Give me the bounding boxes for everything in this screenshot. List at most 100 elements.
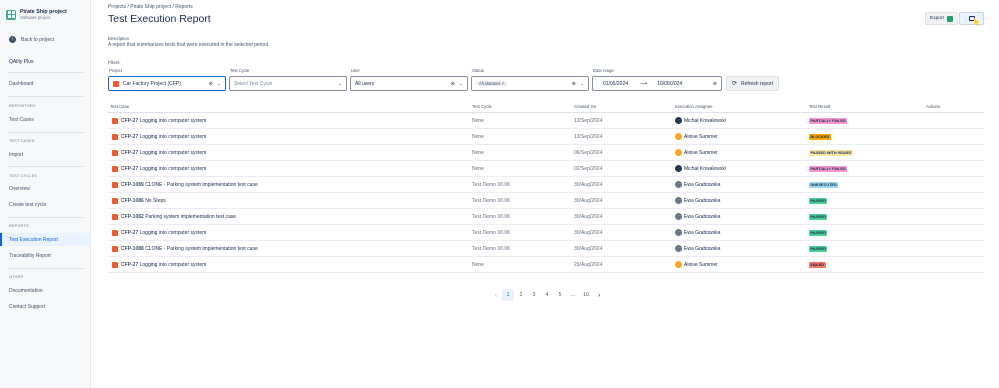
sidebar-item-import[interactable]: Import bbox=[9, 152, 23, 158]
sidebar-item-documentation[interactable]: Documentation bbox=[9, 288, 43, 294]
page-button[interactable]: 4 bbox=[541, 289, 553, 301]
project-filter-label: Project bbox=[109, 68, 123, 73]
project-header[interactable]: Pirate Ship project Software project bbox=[6, 9, 67, 20]
status-filter-label: Status bbox=[472, 68, 484, 73]
clear-icon[interactable]: ⊗ bbox=[209, 81, 213, 87]
back-to-project-link[interactable]: ‹ Back to project bbox=[9, 36, 54, 43]
table-row[interactable]: CFP-1086 No Steps Test Demo 30.08 30/Aug/2… bbox=[108, 193, 984, 209]
breadcrumb[interactable]: Projects / Pirate Ship project / Reports bbox=[108, 4, 193, 10]
chevron-down-icon[interactable]: ⌄ bbox=[580, 81, 584, 87]
description-label: Description bbox=[108, 36, 129, 41]
test-case-cell[interactable]: CFP-27 Logging into computer system bbox=[121, 230, 206, 236]
created-on-cell: 13/Sep/2024 bbox=[574, 134, 603, 140]
test-case-key[interactable]: CFP-1089 bbox=[121, 182, 144, 188]
created-on-cell: 30/Aug/2024 bbox=[574, 230, 603, 236]
test-case-key[interactable]: CFP-27 bbox=[121, 118, 138, 124]
table-row[interactable]: CFP-27 Logging into computer system None 0… bbox=[108, 145, 984, 161]
clear-icon[interactable]: ⊗ bbox=[451, 81, 455, 87]
page-button[interactable]: 1 bbox=[502, 289, 514, 301]
test-case-cell[interactable]: CFP-27 Logging into computer system bbox=[121, 134, 206, 140]
avatar bbox=[675, 197, 682, 204]
sidebar-item-create-cycle[interactable]: Create test cycle bbox=[9, 202, 46, 208]
test-case-key[interactable]: CFP-1086 bbox=[121, 198, 144, 204]
test-case-cell[interactable]: CFP-1088 CLONE - Parking system implemen… bbox=[121, 246, 258, 252]
sidebar-item-test-cases[interactable]: Test Cases bbox=[9, 117, 34, 123]
test-case-cell[interactable]: CFP-27 Logging into computer system bbox=[121, 262, 206, 268]
test-case-name: Logging into computer system bbox=[139, 230, 207, 236]
assignee-cell: Ewa Grabowska bbox=[684, 182, 721, 188]
chevron-down-icon[interactable]: ⌄ bbox=[338, 81, 342, 87]
status-badge: BLOCKED bbox=[809, 133, 831, 140]
created-on-cell: 29/Aug/2024 bbox=[574, 262, 603, 268]
table-row[interactable]: CFP-27 Logging into computer system None 0… bbox=[108, 161, 984, 177]
date-from[interactable]: 01/05/2024 bbox=[603, 81, 628, 87]
table-row[interactable]: CFP-1088 CLONE - Parking system implemen… bbox=[108, 241, 984, 257]
sidebar-item-dashboard[interactable]: Dashboard bbox=[9, 81, 33, 87]
table-row[interactable]: CFP-27 Logging into computer system None 2… bbox=[108, 257, 984, 273]
sidebar-item-execution-report[interactable]: Test Execution Report bbox=[9, 237, 58, 243]
table-row[interactable]: CFP-1082 Parking system implementation t… bbox=[108, 209, 984, 225]
test-cycle-cell: Test Demo 30.08 bbox=[472, 230, 510, 236]
status-select[interactable]: All statuses × ⊗ ⌄ bbox=[471, 76, 589, 91]
refresh-label: Refresh report bbox=[741, 80, 773, 87]
test-case-cell[interactable]: CFP-1082 Parking system implementation t… bbox=[121, 214, 236, 220]
section-test-cycles: TEST CYCLES bbox=[9, 174, 38, 178]
test-case-key[interactable]: CFP-27 bbox=[121, 262, 138, 268]
divider bbox=[7, 217, 84, 218]
page-button[interactable]: 10 bbox=[580, 289, 592, 301]
test-case-key[interactable]: CFP-27 bbox=[121, 230, 138, 236]
project-value: Car Factory Project (CFP) bbox=[123, 80, 181, 87]
view-toggle-button[interactable] bbox=[959, 12, 984, 25]
test-case-key[interactable]: CFP-27 bbox=[121, 134, 138, 140]
page-button[interactable]: 3 bbox=[528, 289, 540, 301]
test-case-name: CLONE - Parking system implementation te… bbox=[145, 246, 258, 252]
chevron-right-icon[interactable]: › bbox=[593, 292, 605, 299]
col-header-test-result: Test Result bbox=[809, 104, 831, 109]
export-button[interactable]: Export bbox=[925, 12, 958, 25]
status-chip[interactable]: All statuses × bbox=[476, 81, 508, 86]
table-row[interactable]: CFP-27 Logging into computer system None 1… bbox=[108, 129, 984, 145]
project-type: Software project bbox=[20, 15, 51, 20]
project-select[interactable]: Car Factory Project (CFP) ⊗ ⌄ bbox=[108, 76, 226, 91]
divider bbox=[7, 132, 84, 133]
filters-label: Filters: bbox=[108, 60, 121, 65]
test-case-key[interactable]: CFP-1082 bbox=[121, 214, 144, 220]
test-cycle-cell: Test Demo 30.08 bbox=[472, 214, 510, 220]
test-case-icon bbox=[112, 117, 118, 124]
test-case-key[interactable]: CFP-1088 bbox=[121, 246, 144, 252]
divider bbox=[7, 166, 84, 167]
test-case-icon bbox=[112, 229, 118, 236]
test-case-cell[interactable]: CFP-27 Logging into computer system bbox=[121, 118, 206, 124]
test-case-cell[interactable]: CFP-27 Logging into computer system bbox=[121, 150, 206, 156]
chevron-down-icon[interactable]: ⌄ bbox=[217, 81, 221, 87]
test-cycle-cell: None bbox=[472, 262, 484, 268]
user-value: All users bbox=[355, 80, 375, 87]
test-cycle-select[interactable]: Select Test Cycle ⌄ bbox=[229, 76, 347, 91]
table-row[interactable]: CFP-1089 CLONE - Parking system implemen… bbox=[108, 177, 984, 193]
table-row[interactable]: CFP-27 Logging into computer system Test … bbox=[108, 225, 984, 241]
user-select[interactable]: All users ⊗ ⌄ bbox=[350, 76, 468, 91]
chevron-down-icon[interactable]: ⌄ bbox=[459, 81, 463, 87]
divider bbox=[7, 72, 84, 73]
test-case-key[interactable]: CFP-27 bbox=[121, 166, 138, 172]
test-case-icon bbox=[112, 261, 118, 268]
test-case-cell[interactable]: CFP-1086 No Steps bbox=[121, 198, 166, 204]
table-row[interactable]: CFP-27 Logging into computer system None 1… bbox=[108, 113, 984, 129]
sidebar-item-traceability-report[interactable]: Traceability Report bbox=[9, 253, 51, 259]
date-range-picker[interactable]: 01/05/2024 ⟶ 16/09/2024 ⊗ bbox=[592, 76, 722, 91]
avatar bbox=[675, 133, 682, 140]
test-case-cell[interactable]: CFP-1089 CLONE - Parking system implemen… bbox=[121, 182, 258, 188]
test-case-key[interactable]: CFP-27 bbox=[121, 150, 138, 156]
refresh-report-button[interactable]: ⟳ Refresh report bbox=[726, 76, 779, 91]
chevron-left-icon[interactable]: ‹ bbox=[490, 292, 502, 299]
page-button[interactable]: 2 bbox=[515, 289, 527, 301]
sidebar-item-overview[interactable]: Overview bbox=[9, 186, 30, 192]
status-badge: PASSED WITH ISSUES bbox=[809, 149, 854, 156]
date-to[interactable]: 16/09/2024 bbox=[657, 81, 682, 87]
test-case-name: CLONE - Parking system implementation te… bbox=[145, 182, 258, 188]
page-button[interactable]: 5 bbox=[554, 289, 566, 301]
clear-icon[interactable]: ⊗ bbox=[572, 81, 576, 87]
test-case-cell[interactable]: CFP-27 Logging into computer system bbox=[121, 166, 206, 172]
clear-icon[interactable]: ⊗ bbox=[713, 81, 717, 87]
sidebar-item-contact-support[interactable]: Contact Support bbox=[9, 304, 45, 310]
